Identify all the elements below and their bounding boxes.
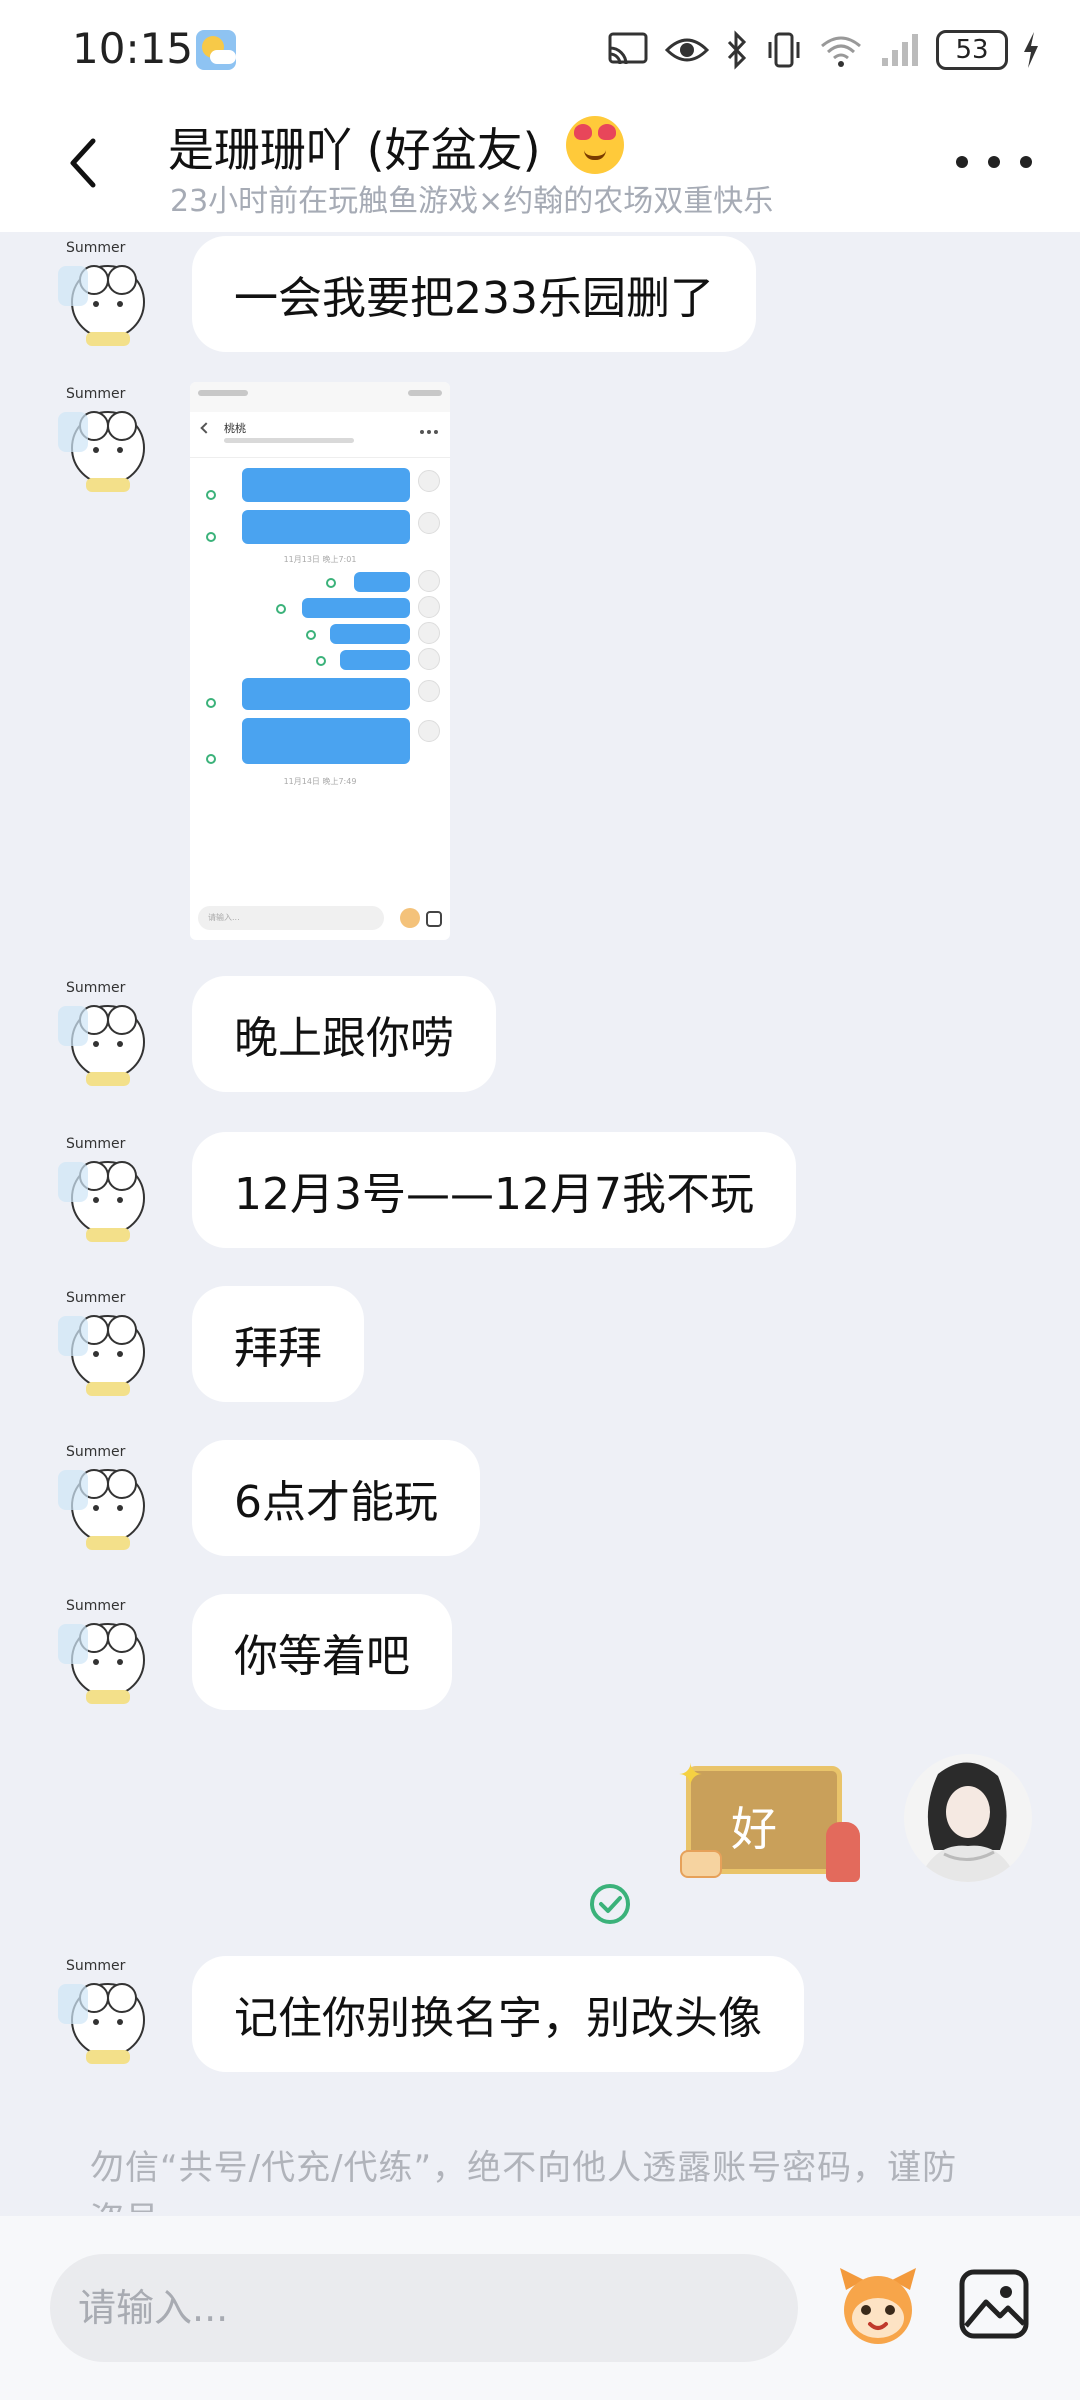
svg-text:Summer: Summer [66,1136,126,1152]
message-bubble[interactable]: 你等着吧 [192,1594,452,1710]
contact-avatar[interactable]: Summer [48,382,168,502]
my-avatar[interactable] [904,1754,1032,1882]
screenshot-input: 请输入... [198,906,384,930]
screenshot-image-icon [426,911,442,927]
svg-text:Summer: Summer [66,1290,126,1306]
image-button[interactable] [958,2268,1030,2340]
character-icon [826,1822,860,1882]
message-bubble[interactable]: 6点才能玩 [192,1440,480,1556]
screenshot-emoji-icon [400,908,420,928]
back-button[interactable] [52,128,112,198]
status-icons: 53 [606,26,1040,74]
charging-icon [1024,32,1038,68]
chat-screen: 10:15 53 是珊珊吖 (好盆友) 23小时前在玩触鱼游戏×约翰的农场双重快… [0,0,1080,2400]
message-bubble[interactable]: 记住你别换名字，别改头像 [192,1956,804,2072]
contact-avatar[interactable]: Summer [48,236,168,356]
chat-header: 是珊珊吖 (好盆友) 23小时前在玩触鱼游戏×约翰的农场双重快乐 [0,100,1080,232]
svg-text:Summer: Summer [66,1444,126,1460]
sticker-message[interactable]: 好 ✦ [676,1758,860,1886]
contact-avatar[interactable]: Summer [48,1286,168,1406]
message-bubble[interactable]: 一会我要把233乐园删了 [192,236,756,352]
status-bar: 10:15 53 [0,0,1080,100]
safety-notice: 勿信“共号/代充/代练”，绝不向他人透露账号密码，谨防盗号 [90,2148,958,2212]
message-bubble[interactable]: 晚上跟你唠 [192,976,496,1092]
svg-text:Summer: Summer [66,980,126,996]
contact-title[interactable]: 是珊珊吖 (好盆友) [168,114,541,180]
back-arrow-icon [70,138,96,188]
signal-icon [882,34,918,66]
sent-check-icon [588,1882,632,1926]
vibrate-icon [768,32,800,68]
svg-text:Summer: Summer [66,1958,126,1974]
wifi-icon [821,36,861,67]
screenshot-contact-name: 桃桃 [224,422,246,435]
battery-indicator: 53 [936,30,1008,70]
emoji-button[interactable] [832,2260,924,2352]
svg-text:Summer: Summer [66,386,126,402]
contact-avatar[interactable]: Summer [48,976,168,1096]
message-list[interactable]: Summer 一会我要把233乐园删了 Summer 桃桃 11月13日 晚上7… [0,232,1080,2212]
svg-text:Summer: Summer [66,240,126,256]
svg-text:Summer: Summer [66,1598,126,1614]
screenshot-timestamp: 11月13日 晚上7:01 [283,555,357,564]
contact-status: 23小时前在玩触鱼游戏×约翰的农场双重快乐 [170,184,774,219]
status-time: 10:15 [72,24,194,73]
cast-icon [608,32,648,65]
input-bar: 请输入... [0,2216,1080,2400]
emoji-mascot-icon [840,2268,916,2344]
bluetooth-icon [727,30,747,70]
message-input[interactable]: 请输入... [50,2254,798,2362]
contact-avatar[interactable]: Summer [48,1132,168,1252]
more-dots-icon [956,156,968,168]
eye-icon [664,38,710,62]
weather-icon [196,30,236,70]
message-bubble[interactable]: 12月3号——12月7我不玩 [192,1132,796,1248]
screenshot-timestamp: 11月14日 晚上7:49 [283,777,357,786]
image-picker-icon [959,2269,1029,2339]
contact-avatar[interactable]: Summer [48,1594,168,1714]
star-icon: ✦ [678,1758,704,1793]
message-bubble[interactable]: 拜拜 [192,1286,364,1402]
smiling-face-hearts-icon [566,116,624,174]
image-message[interactable]: 桃桃 11月13日 晚上7:01 11月14日 晚上7:49 请输入... [190,382,450,940]
contact-avatar[interactable]: Summer [48,1954,168,2074]
contact-avatar[interactable]: Summer [48,1440,168,1560]
cake-icon [680,1850,722,1878]
more-button[interactable] [956,142,1032,182]
sticker-text: 好 [731,1802,777,1856]
